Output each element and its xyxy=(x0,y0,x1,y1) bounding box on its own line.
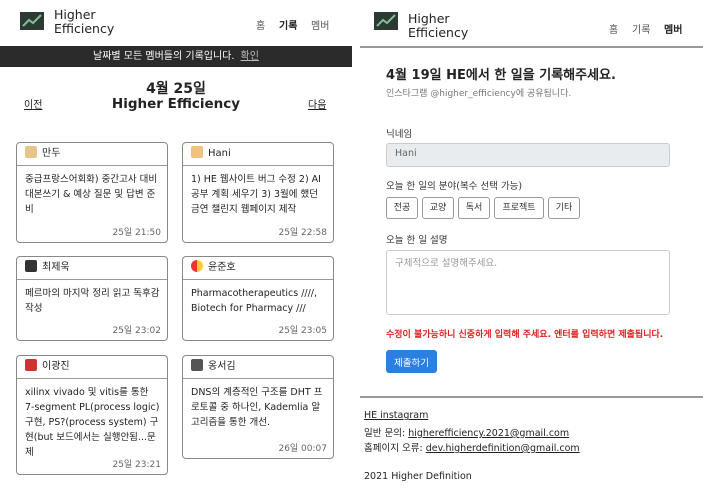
navbar: Higher Efficiency 홈 기록 멤버 xyxy=(360,0,703,48)
card-text: 1) HE 웹사이트 버그 수정 2) AI 공부 계획 세우기 3) 3월에 … xyxy=(191,174,321,215)
record-card[interactable]: 최제욱 페르마의 마지막 정리 읽고 독후감 작성 25일 23:02 xyxy=(16,256,168,341)
submit-button[interactable]: 제출하기 xyxy=(386,350,437,373)
card-author: 윤준호 xyxy=(208,262,236,273)
chip-project[interactable]: 프로젝트 xyxy=(494,197,544,219)
bug-report-label: 홈페이지 오류: xyxy=(364,443,423,454)
card-text: 중급프랑스어회화) 중간고사 대비 대본쓰기 & 예상 질문 및 답변 준비 xyxy=(25,174,158,215)
nav-home[interactable]: 홈 xyxy=(256,17,265,32)
card-timestamp: 25일 23:21 xyxy=(112,460,161,470)
nav-members[interactable]: 멤버 xyxy=(311,17,329,32)
card-header: 최제욱 xyxy=(17,257,167,280)
laptop-icon xyxy=(25,260,37,272)
floppy-icon xyxy=(191,359,203,371)
card-header: Hani xyxy=(183,143,333,166)
pill-icon xyxy=(191,260,203,272)
share-notice: 인스타그램 @higher_efficiency에 공유됩니다. xyxy=(386,89,572,99)
brand-name[interactable]: Higher Efficiency xyxy=(408,12,468,40)
warning-text: 수정이 불가능하니 신중하게 입력해 주세요. 엔터를 입력하면 제출됩니다. xyxy=(386,330,664,340)
banner-confirm-link[interactable]: 확인 xyxy=(241,51,259,62)
nav-record[interactable]: 기록 xyxy=(279,17,297,32)
prev-link[interactable]: 이전 xyxy=(24,96,42,111)
card-header: 윤준호 xyxy=(183,257,333,280)
card-timestamp: 25일 21:50 xyxy=(112,228,161,238)
dumpling-icon xyxy=(25,146,37,158)
card-header: 옹서김 xyxy=(183,356,333,379)
chip-other[interactable]: 기타 xyxy=(548,197,580,219)
navbar: Higher Efficiency 홈 기록 멤버 xyxy=(0,0,352,46)
nav-record[interactable]: 기록 xyxy=(632,21,650,36)
card-text: DNS의 계층적인 구조를 DHT 프로토콜 중 하나인, Kademlia 알… xyxy=(191,387,323,428)
description-textarea[interactable]: 구체적으로 설명해주세요. xyxy=(386,250,670,315)
general-inquiry-label: 일반 문의: xyxy=(364,428,406,439)
page-title: 4월 19일 HE에서 한 일을 기록해주세요. xyxy=(386,68,616,83)
chip-liberal-arts[interactable]: 교양 xyxy=(422,197,454,219)
banner-text: 날짜별 모든 멤버들의 기록입니다. xyxy=(93,51,235,62)
next-link[interactable]: 다음 xyxy=(308,96,326,111)
field-label: 오늘 한 일의 분야(복수 선택 가능) xyxy=(386,181,523,192)
record-card[interactable]: 만두 중급프랑스어회화) 중간고사 대비 대본쓰기 & 예상 질문 및 답변 준… xyxy=(16,142,168,243)
records-page: Higher Efficiency 홈 기록 멤버 날짜별 모든 멤버들의 기록… xyxy=(0,0,352,498)
logo-icon[interactable] xyxy=(374,12,398,30)
brand-name[interactable]: Higher Efficiency xyxy=(54,8,114,36)
record-card[interactable]: 윤준호 Pharmacotherapeutics ////, Biotech f… xyxy=(182,256,334,341)
nav-members[interactable]: 멤버 xyxy=(664,21,682,36)
general-inquiry: 일반 문의: higherefficiency.2021@gmail.com xyxy=(364,425,569,439)
card-author: 최제욱 xyxy=(42,262,70,273)
record-card[interactable]: Hani 1) HE 웹사이트 버그 수정 2) AI 공부 계획 세우기 3)… xyxy=(182,142,334,243)
bug-email-link[interactable]: dev.higherdefinition@gmail.com xyxy=(426,443,580,454)
chip-reading[interactable]: 독서 xyxy=(458,197,490,219)
card-timestamp: 25일 22:58 xyxy=(278,228,327,238)
person-icon xyxy=(25,359,37,371)
nav-home[interactable]: 홈 xyxy=(609,21,618,36)
general-email-link[interactable]: higherefficiency.2021@gmail.com xyxy=(408,428,569,439)
record-card[interactable]: 옹서김 DNS의 계층적인 구조를 DHT 프로토콜 중 하나인, Kademl… xyxy=(182,355,334,459)
copyright: 2021 Higher Definition xyxy=(364,471,472,482)
nickname-field[interactable]: Hani xyxy=(386,143,670,167)
instagram-link[interactable]: HE instagram xyxy=(364,410,428,421)
card-author: 이광진 xyxy=(42,361,70,372)
card-header: 만두 xyxy=(17,143,167,166)
date-title: 4월 25일 xyxy=(146,81,206,97)
bug-report: 홈페이지 오류: dev.higherdefinition@gmail.com xyxy=(364,440,580,454)
card-text: Pharmacotherapeutics ////, Biotech for P… xyxy=(191,288,318,314)
page-subtitle: Higher Efficiency xyxy=(111,96,241,112)
runner-icon xyxy=(191,146,203,158)
description-label: 오늘 한 일 설명 xyxy=(386,235,448,246)
card-timestamp: 25일 23:05 xyxy=(278,326,327,336)
card-timestamp: 25일 23:02 xyxy=(112,326,161,336)
write-record-page: Higher Efficiency 홈 기록 멤버 4월 19일 HE에서 한 … xyxy=(360,0,703,498)
info-banner: 날짜별 모든 멤버들의 기록입니다. 확인 xyxy=(0,46,352,67)
record-card[interactable]: 이광진 xilinx vivado 및 vitis를 통한 7-segment … xyxy=(16,355,168,475)
card-author: 옹서김 xyxy=(208,361,236,372)
card-header: 이광진 xyxy=(17,356,167,379)
card-author: 만두 xyxy=(42,148,61,159)
card-text: 페르마의 마지막 정리 읽고 독후감 작성 xyxy=(25,288,160,314)
footer: HE instagram 일반 문의: higherefficiency.202… xyxy=(360,396,703,498)
card-author: Hani xyxy=(208,148,231,159)
nickname-label: 닉네임 xyxy=(386,129,413,140)
card-timestamp: 26일 00:07 xyxy=(278,444,327,454)
card-text: xilinx vivado 및 vitis를 통한 7-segment PL(p… xyxy=(25,387,160,458)
logo-icon[interactable] xyxy=(20,12,44,30)
chip-major[interactable]: 전공 xyxy=(386,197,418,219)
